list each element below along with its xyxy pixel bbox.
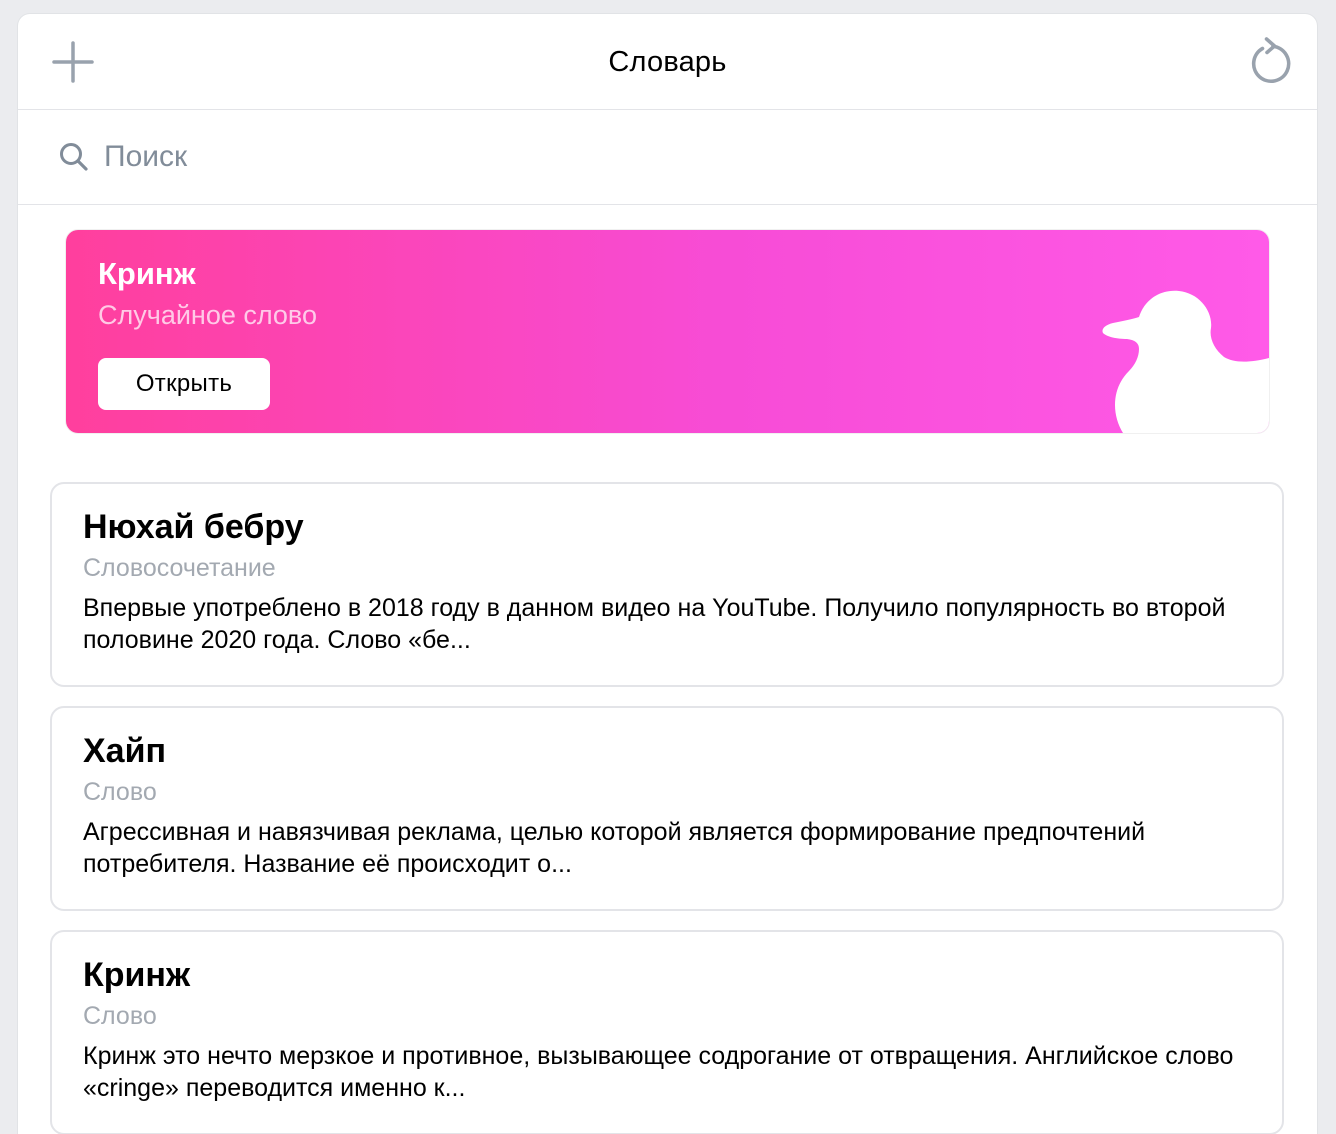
random-word-subtitle: Случайное слово — [98, 300, 317, 330]
refresh-button[interactable] — [1249, 36, 1293, 86]
app-window: Словарь Кринж Случайное слово Открыть Ню… — [18, 14, 1317, 1134]
word-title: Кринж — [83, 956, 191, 994]
word-description: Агрессивная и навязчивая реклама, целью … — [83, 818, 1146, 878]
page-title: Словарь — [608, 46, 727, 78]
word-type: Слово — [83, 778, 157, 806]
word-title: Нюхай бебру — [83, 508, 304, 546]
search-input[interactable] — [104, 136, 1254, 178]
search-bar — [18, 110, 1317, 205]
word-type: Словосочетание — [83, 554, 276, 582]
list-item[interactable]: Нюхай бебру Словосочетание Впервые употр… — [50, 482, 1284, 687]
search-icon — [60, 143, 88, 171]
random-word-card[interactable]: Кринж Случайное слово Открыть — [66, 230, 1269, 433]
refresh-icon — [1251, 37, 1291, 83]
random-word-title: Кринж — [98, 256, 196, 291]
word-description: Впервые употреблено в 2018 году в данном… — [83, 594, 1226, 654]
duck-icon — [1102, 290, 1269, 433]
word-description: Кринж это нечто мерзкое и противное, выз… — [83, 1042, 1234, 1102]
list-item[interactable]: Кринж Слово Кринж это нечто мерзкое и пр… — [50, 930, 1284, 1134]
word-type: Слово — [83, 1002, 157, 1030]
list-item[interactable]: Хайп Слово Агрессивная и навязчивая рекл… — [50, 706, 1284, 911]
header: Словарь — [18, 14, 1317, 110]
word-title: Хайп — [83, 732, 167, 770]
open-button[interactable]: Открыть — [98, 358, 270, 410]
